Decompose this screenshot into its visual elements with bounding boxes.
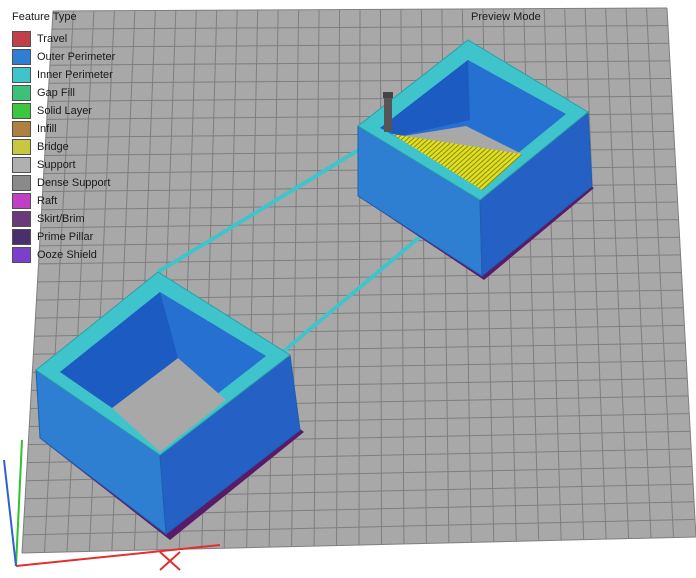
legend-swatch [12, 247, 31, 263]
legend-item[interactable]: Inner Perimeter [12, 67, 113, 83]
legend-label: Dense Support [37, 177, 111, 189]
legend-title: Feature Type [12, 11, 77, 23]
legend-label: Raft [37, 195, 58, 207]
legend-label: Gap Fill [37, 87, 75, 99]
legend-item[interactable]: Infill [12, 121, 57, 137]
nozzle-cap [383, 92, 393, 98]
legend-label: Support [37, 159, 76, 171]
legend-item[interactable]: Raft [12, 193, 57, 209]
nozzle-body [384, 94, 392, 132]
legend-label: Solid Layer [37, 105, 93, 117]
legend-label: Infill [37, 123, 57, 135]
legend-label: Bridge [37, 141, 69, 153]
legend-item[interactable]: Gap Fill [12, 85, 75, 101]
y-axis-line [15, 439, 23, 567]
legend-item[interactable]: Support [12, 157, 76, 173]
preview-mode-label: Preview Mode [471, 11, 541, 23]
legend-item[interactable]: Bridge [12, 139, 69, 155]
legend-swatch [12, 49, 31, 65]
legend-swatch [12, 85, 31, 101]
legend-swatch [12, 103, 31, 119]
legend-label: Skirt/Brim [37, 213, 85, 225]
legend-item[interactable]: Outer Perimeter [12, 49, 115, 65]
nozzle-indicator [383, 92, 393, 132]
legend-swatch [12, 175, 31, 191]
legend-label: Inner Perimeter [37, 69, 113, 81]
legend-label: Outer Perimeter [37, 51, 116, 63]
legend-swatch [12, 157, 31, 173]
legend-swatch [12, 139, 31, 155]
legend-swatch [12, 121, 31, 137]
legend-swatch [12, 229, 31, 245]
legend-label: Prime Pillar [37, 231, 94, 243]
legend-swatch [12, 211, 31, 227]
legend-item[interactable]: Prime Pillar [12, 229, 93, 245]
legend-item[interactable]: Ooze Shield [12, 247, 97, 263]
legend-swatch [12, 193, 31, 209]
legend-item[interactable]: Solid Layer [12, 103, 92, 119]
legend-item[interactable]: Dense Support [12, 175, 110, 191]
legend-label: Travel [37, 33, 68, 45]
z-axis-line [3, 459, 17, 567]
legend-label: Ooze Shield [37, 249, 97, 261]
legend-item[interactable]: Skirt/Brim [12, 211, 85, 227]
legend-swatch [12, 67, 31, 83]
3d-preview-viewport[interactable] [0, 0, 696, 578]
legend-swatch [12, 31, 31, 47]
legend-item[interactable]: Travel [12, 31, 67, 47]
